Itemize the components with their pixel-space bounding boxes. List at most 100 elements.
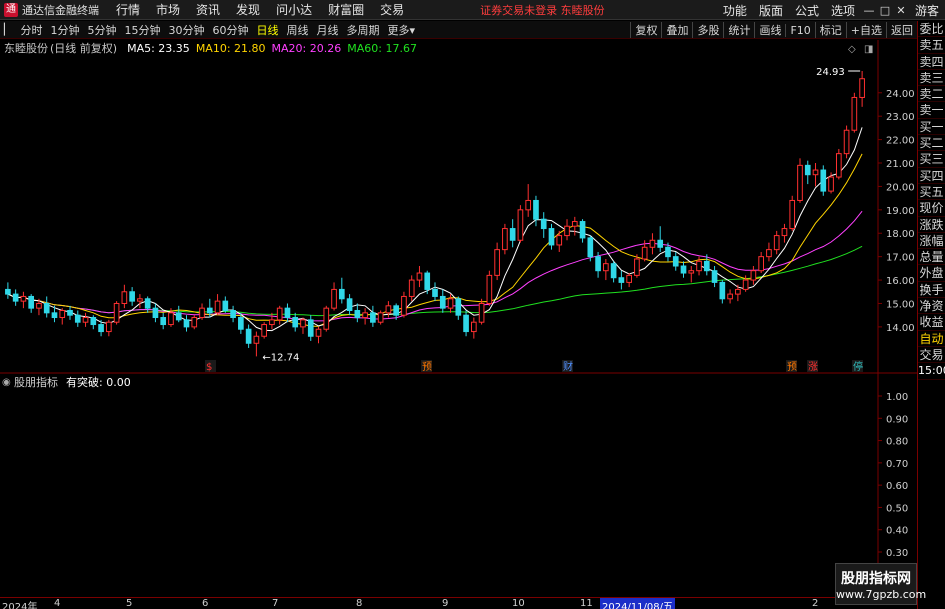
price-tick-label: 24.00 [886, 89, 915, 100]
action-biaoji[interactable]: 标记 [814, 22, 846, 38]
rp-sell1[interactable]: 卖一 [918, 102, 945, 119]
rp-sell3[interactable]: 卖三 [918, 70, 945, 87]
date-tick: 2 [812, 598, 819, 609]
candle-body [727, 293, 733, 300]
rp-weibi[interactable]: 委比 [918, 21, 945, 38]
close-icon[interactable]: ✕ [893, 4, 909, 17]
trade-login-warning[interactable]: 证券交易未登录 东睦股份 [480, 2, 605, 18]
menu-xuanxiang[interactable]: 选项 [825, 2, 861, 19]
rp-turnover[interactable]: 换手 [918, 282, 945, 299]
candle-body [432, 288, 438, 297]
tb-grid-icon[interactable]: ▏ [0, 23, 16, 36]
action-diejia[interactable]: 叠加 [661, 22, 692, 38]
candle-body [191, 317, 198, 328]
action-fuquan[interactable]: 复权 [630, 22, 661, 38]
period-more[interactable]: 更多▾ [383, 22, 419, 38]
candle-body [835, 153, 842, 178]
candle-body [331, 288, 337, 309]
candle-body [525, 199, 532, 211]
candle-body [245, 328, 252, 344]
candle-body [323, 307, 330, 330]
candle-body [206, 307, 213, 314]
menu-gongshi[interactable]: 公式 [789, 2, 825, 19]
rp-net-asset[interactable]: 净资 [918, 298, 945, 315]
menu-wenxiaoda[interactable]: 问小达 [268, 1, 320, 18]
kline-chart[interactable]: 24.00 23.00 22.00 21.00 20.00 19.00 18.00 17.00… [0, 40, 917, 374]
candle-body [494, 249, 500, 276]
rp-outer[interactable]: 外盘 [918, 265, 945, 282]
period-multi[interactable]: 多周期 [342, 22, 383, 38]
candle-body [851, 96, 858, 131]
price-tick-label: 20.00 [886, 182, 915, 193]
rp-buy4[interactable]: 买四 [918, 168, 945, 184]
menu-banmian[interactable]: 版面 [753, 2, 789, 19]
rp-volume[interactable]: 总量 [918, 249, 945, 266]
period-daily[interactable]: 日线 [252, 22, 282, 38]
rp-buy1[interactable]: 买一 [918, 119, 945, 136]
rp-trade[interactable]: 交易 [918, 347, 945, 364]
candle-body [183, 319, 190, 328]
low-price-label: ←12.74 [262, 352, 299, 363]
period-5min[interactable]: 5分钟 [83, 22, 120, 38]
period-fenshi[interactable]: 分时 [16, 22, 46, 38]
rp-change-pct[interactable]: 涨幅 [918, 233, 945, 250]
candle-body [137, 298, 143, 302]
price-tick-label: 17.00 [886, 253, 915, 264]
rp-earnings[interactable]: 收益 [918, 314, 945, 331]
menu-jiaoyi[interactable]: 交易 [372, 1, 412, 18]
period-60min[interactable]: 60分钟 [208, 22, 252, 38]
candle-body [828, 176, 834, 192]
price-tick-label: 23.00 [886, 112, 915, 123]
menu-gongneng[interactable]: 功能 [717, 2, 753, 19]
period-1min[interactable]: 1分钟 [46, 22, 83, 38]
ind-tick-label: 1.00 [886, 392, 908, 403]
candle-body [672, 256, 679, 267]
candle-body [696, 260, 702, 272]
action-tongji[interactable]: 统计 [723, 22, 754, 38]
minimize-icon[interactable]: — [861, 4, 877, 17]
action-add-watchlist[interactable]: +自选 [845, 22, 886, 38]
indicator-chart[interactable]: 1.000.900.800.700.600.500.400.30◉ [0, 374, 917, 597]
date-tick: 6 [202, 598, 209, 609]
candle-body [502, 228, 508, 251]
menu-zixun[interactable]: 资讯 [188, 1, 228, 18]
rp-buy3[interactable]: 买三 [918, 151, 945, 168]
event-marker: 涨 [808, 361, 818, 373]
menu-caifuquan[interactable]: 财富圈 [320, 1, 372, 18]
rp-auto[interactable]: 自动 [918, 331, 945, 347]
ma5-label: MA5: 23.35 [127, 41, 190, 55]
period-15min[interactable]: 15分钟 [120, 22, 164, 38]
watermark-url: www.7gpzb.com [836, 588, 927, 601]
candle-body [680, 265, 687, 274]
rp-price[interactable]: 现价 [918, 200, 945, 217]
action-huaxian[interactable]: 画线 [754, 22, 785, 38]
stock-mode: (日线 前复权) [50, 42, 118, 55]
period-weekly[interactable]: 周线 [282, 22, 312, 38]
date-tick: 5 [126, 598, 133, 609]
menu-hangqing[interactable]: 行情 [108, 1, 148, 18]
stock-name[interactable]: 东睦股份 [4, 40, 48, 56]
action-f10[interactable]: F10 [785, 23, 814, 37]
user-label[interactable]: 游客 [909, 2, 945, 19]
menu-shichang[interactable]: 市场 [148, 1, 188, 18]
rp-buy5[interactable]: 买五 [918, 184, 945, 201]
candle-body [144, 298, 151, 309]
action-back[interactable]: 返回 [886, 22, 917, 38]
price-tick-label: 22.00 [886, 136, 915, 147]
rp-sell2[interactable]: 卖二 [918, 86, 945, 103]
period-more-label: 更多 [387, 23, 410, 37]
period-30min[interactable]: 30分钟 [164, 22, 208, 38]
menu-faxian[interactable]: 发现 [228, 1, 268, 18]
price-tick-label: 21.00 [886, 159, 915, 170]
rp-buy2[interactable]: 买二 [918, 135, 945, 152]
period-monthly[interactable]: 月线 [312, 22, 342, 38]
maximize-icon[interactable]: □ [877, 4, 893, 17]
candle-body [556, 235, 563, 246]
rp-sell5[interactable]: 卖五 [918, 37, 945, 54]
rp-change[interactable]: 涨跌 [918, 217, 945, 233]
indicator-name[interactable]: 股朋指标 [14, 374, 58, 390]
candle-body [603, 263, 609, 272]
event-marker: 预 [787, 361, 797, 373]
rp-sell4[interactable]: 卖四 [918, 54, 945, 70]
action-duogu[interactable]: 多股 [692, 22, 723, 38]
